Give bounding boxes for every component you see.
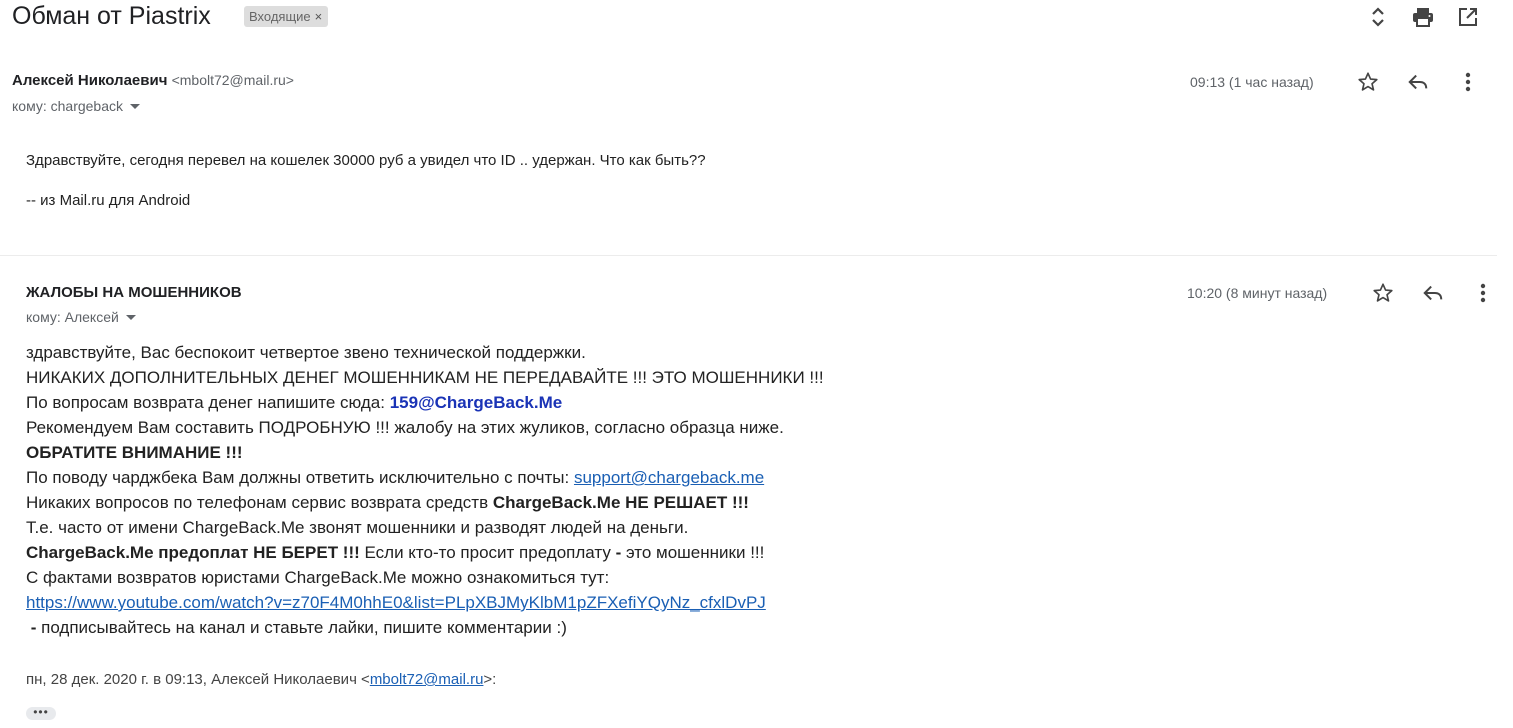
body-text: Если кто-то просит предоплату bbox=[359, 543, 616, 562]
body-line: - подписывайтесь на канал и ставьте лайк… bbox=[26, 615, 824, 640]
body-line: ОБРАТИТЕ ВНИМАНИЕ !!! bbox=[26, 443, 243, 462]
message1-sender[interactable]: Алексей Николаевич <mbolt72@mail.ru> bbox=[12, 72, 294, 89]
quoted-header-text: пн, 28 дек. 2020 г. в 09:13, Алексей Ник… bbox=[26, 671, 370, 688]
message-divider bbox=[0, 255, 1497, 256]
remove-label-icon[interactable]: × bbox=[315, 9, 323, 24]
body-line: Т.е. часто от имени ChargeBack.Me звонят… bbox=[26, 518, 689, 537]
message1-recipient-toggle[interactable]: кому: chargeback bbox=[12, 98, 141, 114]
message2-recipient-toggle[interactable]: кому: Алексей bbox=[26, 309, 136, 325]
body-bold-text: ChargeBack.Me НЕ РЕШАЕТ !!! bbox=[492, 493, 749, 512]
body-text: По поводу чарджбека Вам должны ответить … bbox=[26, 468, 574, 487]
body-line: НИКАКИХ ДОПОЛНИТЕЛЬНЫХ ДЕНЕГ МОШЕННИКАМ … bbox=[26, 368, 824, 387]
body-text: это мошенники !!! bbox=[621, 543, 765, 562]
body-line: С фактами возвратов юристами ChargeBack.… bbox=[26, 568, 610, 587]
message2-time: 10:20 (8 минут назад) bbox=[1187, 285, 1328, 301]
support-email-link[interactable]: support@chargeback.me bbox=[574, 468, 764, 487]
chevron-down-icon bbox=[125, 314, 136, 320]
body-line: здравствуйте, Вас беспокоит четвертое зв… bbox=[26, 343, 586, 362]
show-trimmed-content-button[interactable]: ••• bbox=[26, 704, 56, 720]
quoted-header: пн, 28 дек. 2020 г. в 09:13, Алексей Ник… bbox=[26, 671, 496, 688]
message1-more-icon[interactable] bbox=[1454, 68, 1482, 96]
message2-star-icon[interactable] bbox=[1369, 279, 1397, 307]
message1-reply-icon[interactable] bbox=[1404, 68, 1432, 96]
message1-body-line: Здравствуйте, сегодня перевел на кошелек… bbox=[26, 152, 706, 169]
message1-time: 09:13 (1 час назад) bbox=[1190, 74, 1314, 90]
youtube-link[interactable]: https://www.youtube.com/watch?v=z70F4M0h… bbox=[26, 593, 766, 612]
body-text: подписывайтесь на канал и ставьте лайки,… bbox=[36, 618, 567, 637]
message2-more-icon[interactable] bbox=[1469, 279, 1497, 307]
message1-sender-email: <mbolt72@mail.ru> bbox=[171, 72, 294, 88]
label-chip-inbox[interactable]: Входящие × bbox=[244, 6, 329, 27]
body-line: По вопросам возврата денег напишите сюда… bbox=[26, 390, 824, 415]
message1-recipient: кому: chargeback bbox=[12, 98, 124, 114]
body-line: По поводу чарджбека Вам должны ответить … bbox=[26, 465, 824, 490]
quoted-header-suffix: >: bbox=[483, 671, 497, 688]
message2-body: здравствуйте, Вас беспокоит четвертое зв… bbox=[26, 340, 824, 640]
body-bold-text: ChargeBack.Me предоплат НЕ БЕРЕТ !!! bbox=[26, 543, 360, 562]
ellipsis-icon: ••• bbox=[33, 704, 49, 719]
label-chip-text: Входящие bbox=[249, 9, 311, 24]
quoted-email-link[interactable]: mbolt72@mail.ru bbox=[370, 671, 484, 688]
chevron-down-icon bbox=[130, 103, 141, 109]
body-line: ChargeBack.Me предоплат НЕ БЕРЕТ !!! Есл… bbox=[26, 540, 824, 565]
message1-signature: -- из Mail.ru для Android bbox=[26, 192, 191, 209]
message2-reply-icon[interactable] bbox=[1419, 279, 1447, 307]
message1-sender-name: Алексей Николаевич bbox=[12, 72, 168, 89]
message2-sender-name[interactable]: ЖАЛОБЫ НА МОШЕННИКОВ bbox=[26, 284, 242, 301]
body-text: По вопросам возврата денег напишите сюда… bbox=[26, 393, 390, 412]
body-line: https://www.youtube.com/watch?v=z70F4M0h… bbox=[26, 590, 824, 615]
body-line: Рекомендуем Вам составить ПОДРОБНУЮ !!! … bbox=[26, 418, 784, 437]
body-text: Никаких вопросов по телефонам сервис воз… bbox=[26, 493, 493, 512]
print-icon[interactable] bbox=[1410, 4, 1436, 30]
contact-email-link[interactable]: 159@ChargeBack.Me bbox=[390, 393, 563, 412]
open-new-window-icon[interactable] bbox=[1455, 4, 1481, 30]
body-line: Никаких вопросов по телефонам сервис воз… bbox=[26, 490, 824, 515]
email-subject: Обман от Piastrix bbox=[12, 2, 211, 30]
message2-recipient: кому: Алексей bbox=[26, 309, 119, 325]
message1-star-icon[interactable] bbox=[1354, 68, 1382, 96]
expand-collapse-icon[interactable] bbox=[1365, 4, 1391, 30]
